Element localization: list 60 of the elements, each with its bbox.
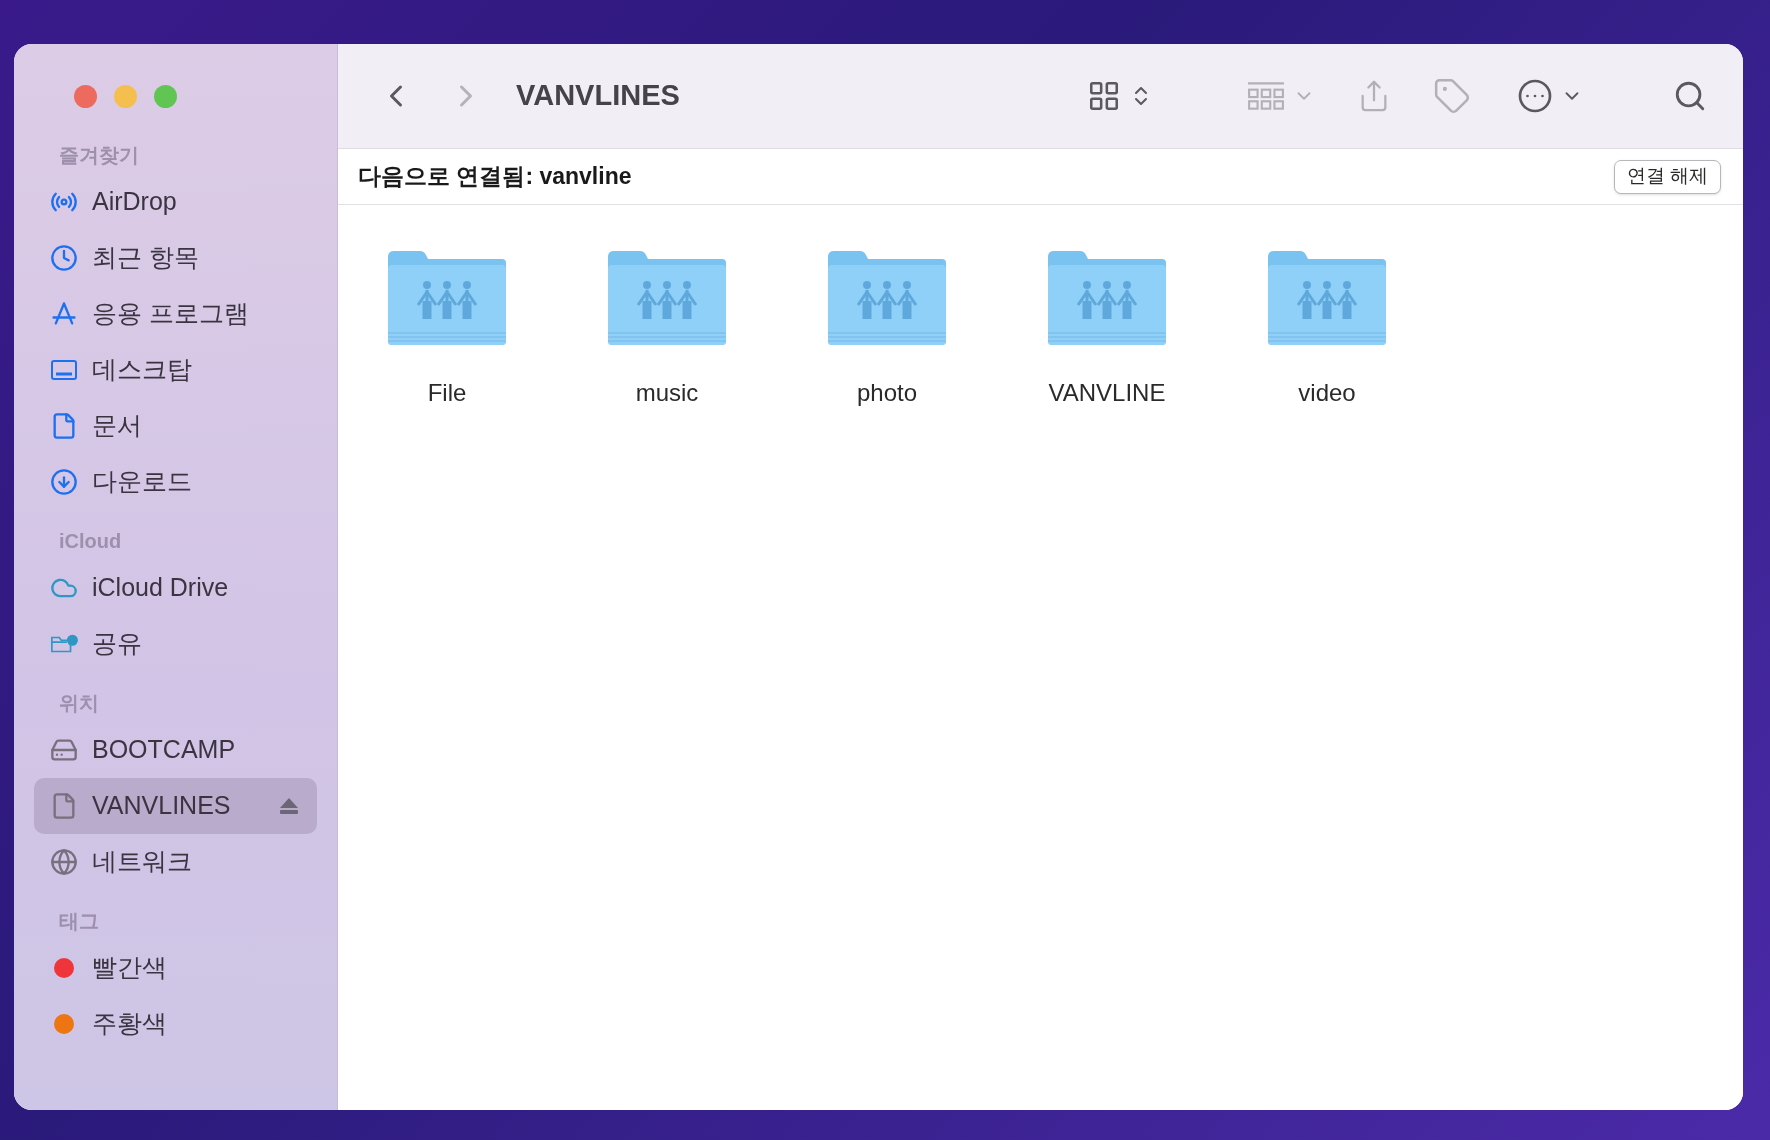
close-button[interactable]: [74, 85, 97, 108]
sidebar-item[interactable]: AirDrop: [34, 174, 317, 230]
sidebar-label: iCloud Drive: [92, 572, 230, 604]
sidebar-label: 문서: [92, 410, 143, 442]
window-title: VANVLINES: [516, 78, 680, 114]
tag-icon[interactable]: [1433, 77, 1471, 115]
connection-status: 다음으로 연결됨: vanvline: [358, 162, 632, 192]
sidebar-label: 네트워크: [92, 846, 193, 878]
sidebar-label: 주황색: [92, 1008, 168, 1040]
sidebar-label: AirDrop: [92, 186, 178, 218]
globe-icon: [50, 848, 78, 876]
sidebar-label: 공유: [92, 628, 143, 660]
shared-folder-icon: [1266, 249, 1388, 347]
sidebar-heading: 위치: [58, 691, 100, 716]
folder-item[interactable]: VANVLINE: [1046, 249, 1168, 411]
sidebar-label: 응용 프로그램: [92, 298, 250, 330]
sidebar-label: 데스크탑: [92, 354, 193, 386]
folder-name: VANVLINE: [1047, 378, 1167, 408]
minimize-button[interactable]: [114, 85, 137, 108]
sidebar-heading: iCloud: [58, 529, 123, 554]
sidebar-label: 최근 항목: [92, 242, 200, 274]
sidebar-item[interactable]: 주황색: [34, 996, 317, 1052]
sidebar-label: 다운로드: [92, 466, 193, 498]
folder-item[interactable]: video: [1266, 249, 1388, 411]
sidebar-item[interactable]: 빨간색: [34, 940, 317, 996]
sidebar-item[interactable]: iCloud Drive: [34, 560, 317, 616]
shared-folder-icon: [386, 249, 508, 347]
download-icon: [50, 468, 78, 496]
folder-item[interactable]: photo: [826, 249, 948, 411]
zoom-button[interactable]: [154, 85, 177, 108]
folder-name: music: [634, 378, 700, 408]
sidebar-item[interactable]: 공유: [34, 616, 317, 672]
search-icon[interactable]: [1673, 79, 1707, 113]
sidebar-item[interactable]: 네트워크: [34, 834, 317, 890]
sidebar-heading: 태그: [58, 909, 100, 934]
grid-view-icon[interactable]: [1087, 79, 1121, 113]
shared-folder-icon: [1046, 249, 1168, 347]
group-icon[interactable]: [1247, 80, 1285, 112]
sidebar-item[interactable]: 데스크탑: [34, 342, 317, 398]
sidebar-heading: 즐겨찾기: [58, 143, 140, 168]
sidebar-item[interactable]: 응용 프로그램: [34, 286, 317, 342]
more-icon[interactable]: [1517, 78, 1553, 114]
folder-name: video: [1297, 378, 1357, 408]
shared-folder-icon: [606, 249, 728, 347]
sidebar-item[interactable]: 문서: [34, 398, 317, 454]
clock-icon: [50, 244, 78, 272]
sidebar-item[interactable]: 최근 항목: [34, 230, 317, 286]
folder-item[interactable]: music: [606, 249, 728, 411]
sidebar-label: BOOTCAMP: [92, 734, 237, 766]
sidebar-item[interactable]: VANVLINES: [34, 778, 317, 834]
sidebar-label: VANVLINES: [92, 790, 232, 822]
disconnect-button[interactable]: 연결 해제: [1613, 159, 1721, 194]
sidebar-item[interactable]: 다운로드: [34, 454, 317, 510]
eject-icon[interactable]: [279, 797, 299, 815]
folder-name: File: [426, 378, 468, 408]
folder-item[interactable]: File: [386, 249, 508, 411]
sidebar-item[interactable]: BOOTCAMP: [34, 722, 317, 778]
sidebar-label: 빨간색: [92, 952, 168, 984]
shared-folder-icon: [826, 249, 948, 347]
folder-name: photo: [855, 378, 919, 408]
